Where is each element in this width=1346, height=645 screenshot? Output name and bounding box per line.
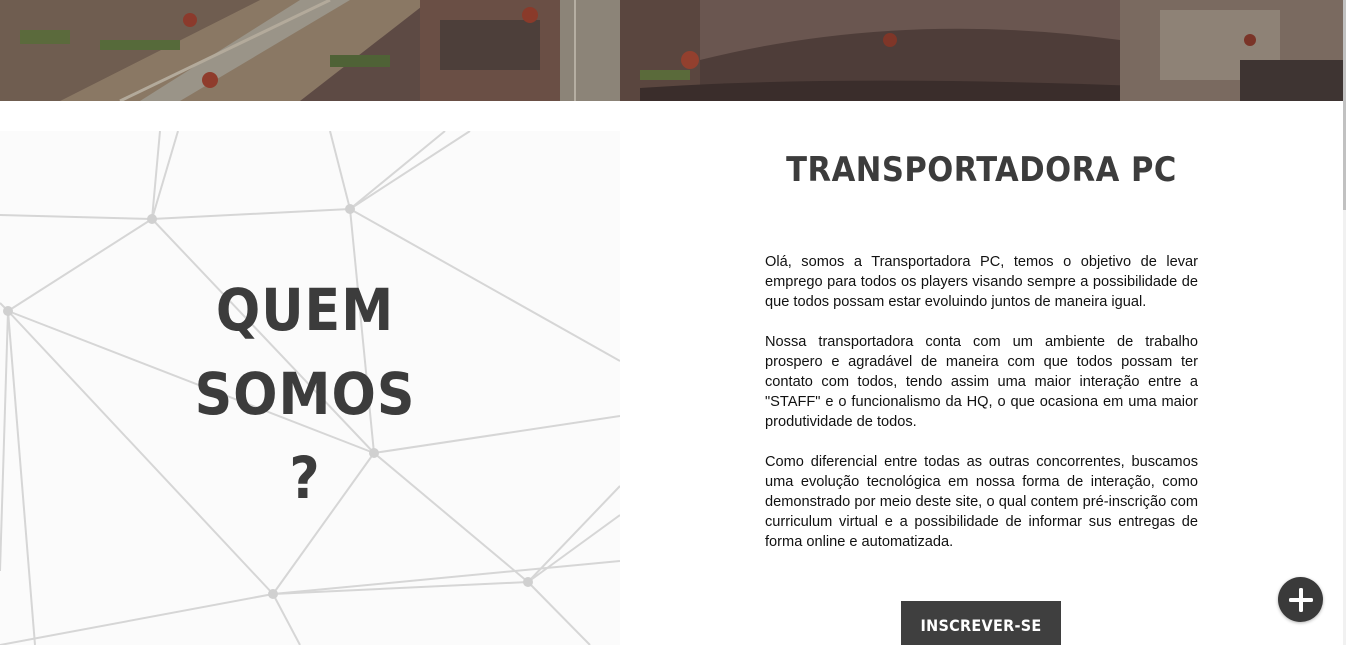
company-title: TRANSPORTADORA PC bbox=[786, 150, 1177, 190]
about-heading-line-1: QUEM bbox=[215, 276, 395, 344]
about-heading-line-2: SOMOS bbox=[194, 360, 416, 428]
floating-action-button[interactable] bbox=[1278, 577, 1323, 622]
hero-image bbox=[0, 0, 1343, 101]
about-paragraph-2: Nossa transportadora conta com um ambien… bbox=[765, 334, 1198, 430]
about-paragraph-3: Como diferencial entre todas as outras c… bbox=[765, 454, 1198, 550]
plus-icon bbox=[1288, 587, 1313, 612]
about-heading: QUEM SOMOS ? bbox=[175, 268, 435, 520]
subscribe-button[interactable]: INSCREVER-SE bbox=[901, 601, 1061, 645]
about-text: Olá, somos a Transportadora PC, temos o … bbox=[765, 252, 1198, 572]
about-heading-line-3: ? bbox=[289, 444, 321, 512]
about-paragraph-1: Olá, somos a Transportadora PC, temos o … bbox=[765, 254, 1198, 310]
hero-banner bbox=[0, 0, 1343, 101]
